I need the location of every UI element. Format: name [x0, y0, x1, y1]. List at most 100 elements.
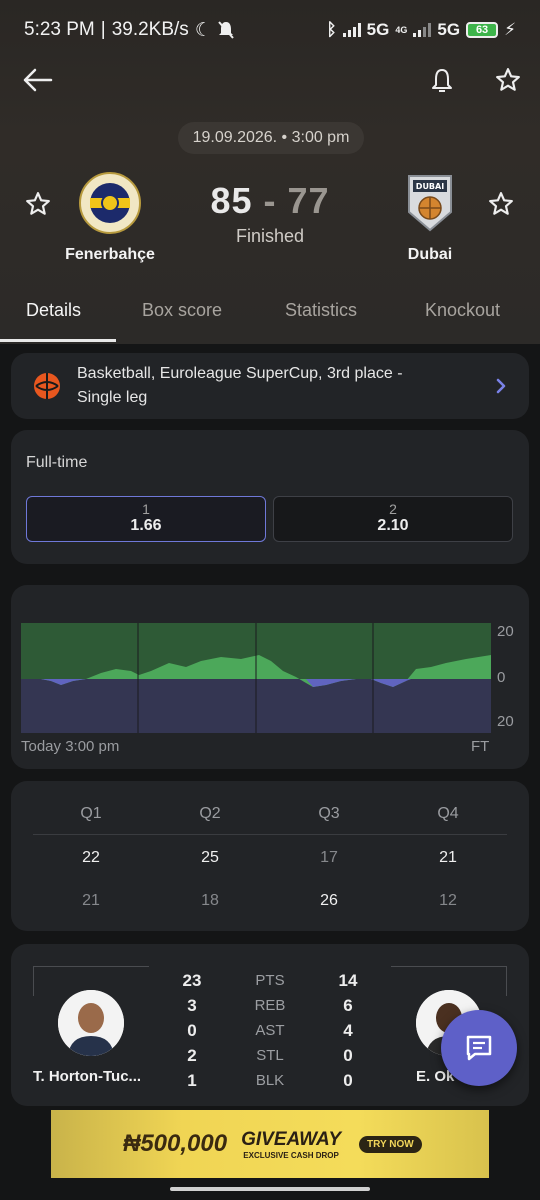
home-player-bracket	[33, 966, 149, 967]
back-button[interactable]	[18, 60, 58, 100]
away-score: 77	[287, 180, 330, 221]
competition-line-1: Basketball, Euroleague SuperCup, 3rd pla…	[77, 365, 403, 382]
dubai-logo: DUBAI	[399, 172, 461, 234]
odds-away-button[interactable]: 2 2.10	[273, 496, 513, 542]
away-team-name: Dubai	[407, 246, 453, 263]
match-date: 19.09.2026. • 3:00 pm	[178, 122, 364, 154]
home-team[interactable]: Fenerbahçe	[45, 172, 175, 264]
status-bar: 5:23 PM | 39.2KB/s ☾ ᛒ 5G 4G 5G 63 ⚡	[0, 0, 540, 60]
chat-icon	[466, 1035, 492, 1061]
quarter-divider	[33, 834, 507, 835]
home-q3: 17	[320, 849, 338, 866]
charging-icon: ⚡	[504, 20, 516, 39]
arrow-left-icon	[23, 68, 53, 92]
quarter-scores-card: Q1 Q2 Q3 Q4 22 25 17 21 21 18 26 12	[11, 781, 529, 931]
tab-bar: Details Box score Statistics Knockout	[0, 292, 540, 344]
dubai-logo-text: DUBAI	[416, 182, 444, 191]
odds-card: Full-time 1 1.66 2 2.10	[11, 430, 529, 564]
ad-cta-button[interactable]: TRY NOW	[359, 1135, 422, 1153]
label-stl: STL	[256, 1047, 284, 1064]
ad-banner[interactable]: ₦500,000 GIVEAWAY EXCLUSIVE CASH DROP TR…	[51, 1110, 489, 1178]
scoreboard: 85 - 77 Finished	[190, 180, 350, 247]
bluetooth-icon: ᛒ	[326, 20, 337, 39]
tab-knockout[interactable]: Knockout	[425, 300, 500, 321]
odds-home-value: 1.66	[130, 517, 162, 534]
notifications-button[interactable]	[422, 60, 462, 100]
competition-line-2: Single leg	[77, 389, 148, 406]
home-stl: 2	[187, 1046, 197, 1065]
fenerbahce-logo	[79, 172, 141, 234]
network-5g-label-2: 5G	[437, 20, 461, 39]
quarter-header-q4: Q4	[437, 805, 459, 822]
bell-icon	[432, 69, 452, 92]
active-tab-indicator	[0, 339, 116, 342]
network-5g-label: 5G	[366, 20, 390, 39]
ad-amount: ₦500,000	[123, 1130, 228, 1157]
away-team[interactable]: DUBAI Dubai	[365, 172, 495, 264]
signal-icon-2	[413, 23, 432, 37]
away-q3: 26	[320, 892, 338, 909]
odds-home-button[interactable]: 1 1.66	[26, 496, 266, 542]
battery-icon: 63	[466, 22, 499, 38]
network-4g-label: 4G	[395, 25, 408, 35]
home-blk: 1	[187, 1071, 197, 1090]
tab-statistics[interactable]: Statistics	[285, 300, 357, 321]
away-q4: 12	[439, 892, 457, 909]
away-q2: 18	[201, 892, 219, 909]
home-player-name[interactable]: T. Horton-Tuc...	[33, 1068, 141, 1085]
tab-box-score[interactable]: Box score	[142, 300, 222, 321]
chat-button[interactable]	[441, 1010, 517, 1086]
odds-away-value: 2.10	[377, 517, 409, 534]
home-q2: 25	[201, 849, 219, 866]
away-q1: 21	[82, 892, 100, 909]
home-player-bracket-side	[33, 966, 34, 996]
away-ast: 4	[343, 1021, 353, 1040]
away-player-bracket	[391, 966, 507, 967]
tab-details[interactable]: Details	[26, 300, 81, 321]
status-time: 5:23 PM	[24, 19, 95, 40]
chevron-right-icon	[496, 378, 506, 394]
away-player-stats: 14 6 4 0 0	[333, 968, 363, 1093]
odds-title: Full-time	[26, 454, 88, 471]
label-ast: AST	[255, 1022, 285, 1039]
home-player-avatar[interactable]	[58, 990, 124, 1056]
home-q4: 21	[439, 849, 457, 866]
home-pts: 23	[182, 971, 202, 990]
home-q1: 22	[82, 849, 100, 866]
axis-label-mid: 0	[497, 669, 506, 686]
away-reb: 6	[343, 996, 353, 1015]
home-indicator[interactable]	[170, 1187, 370, 1191]
signal-icon	[342, 23, 361, 37]
home-team-name: Fenerbahçe	[65, 246, 155, 263]
ad-title: GIVEAWAY	[241, 1128, 342, 1150]
home-score: 85	[210, 180, 253, 221]
home-reb: 3	[187, 996, 197, 1015]
moon-icon: ☾	[194, 19, 212, 41]
stat-labels: PTS REB AST STL BLK	[245, 968, 295, 1093]
status-divider: |	[100, 19, 106, 40]
home-player-stats: 23 3 0 2 1	[177, 968, 207, 1093]
label-blk: BLK	[255, 1072, 285, 1089]
axis-label-bottom: 20	[497, 713, 514, 730]
axis-label-top: 20	[497, 623, 514, 640]
away-player-bracket-side	[506, 966, 507, 996]
quarter-header-q3: Q3	[318, 805, 340, 822]
odds-away-label: 2	[389, 501, 397, 517]
match-status: Finished	[235, 226, 305, 246]
star-icon	[496, 68, 520, 91]
chart-start-label: Today 3:00 pm	[21, 738, 120, 755]
away-pts: 14	[338, 971, 358, 990]
bell-muted-icon	[218, 21, 234, 39]
label-reb: REB	[254, 997, 286, 1014]
competition-card[interactable]: Basketball, Euroleague SuperCup, 3rd pla…	[11, 353, 529, 419]
score-separator: -	[263, 180, 277, 221]
status-speed: 39.2KB/s	[111, 19, 189, 40]
away-stl: 0	[343, 1046, 353, 1065]
quarter-header-q2: Q2	[199, 805, 221, 822]
away-blk: 0	[343, 1071, 353, 1090]
favorite-match-button[interactable]	[488, 60, 528, 100]
quarter-header-q1: Q1	[80, 805, 102, 822]
momentum-chart	[21, 623, 491, 733]
ad-subtitle: EXCLUSIVE CASH DROP	[243, 1150, 339, 1160]
euroleague-logo-icon	[34, 373, 60, 399]
